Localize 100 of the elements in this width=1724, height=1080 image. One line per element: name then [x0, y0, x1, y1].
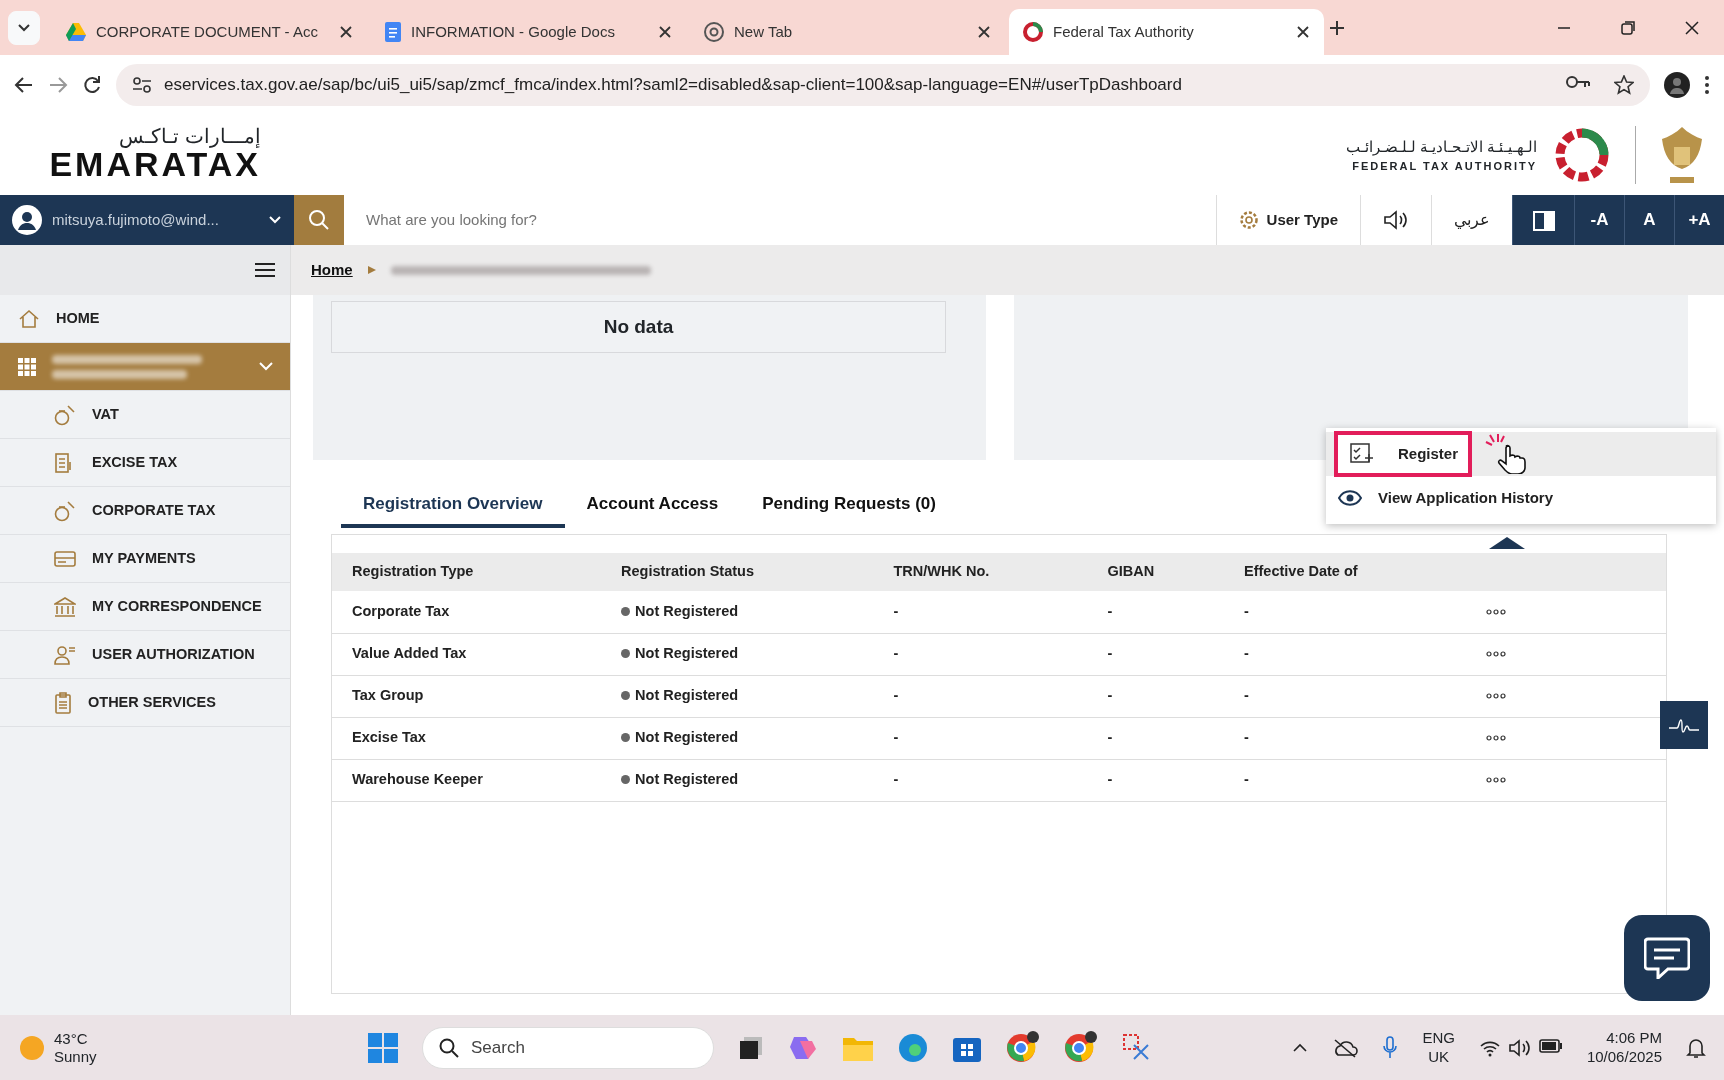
sidebar-item[interactable]	[0, 343, 290, 391]
menu-icon[interactable]	[254, 262, 276, 278]
home-link[interactable]: Home	[311, 258, 353, 282]
browser-tab[interactable]: CORPORATE DOCUMENT - Acc	[52, 9, 367, 55]
status-dot-icon	[621, 733, 631, 743]
table-cell: -	[1244, 645, 1249, 662]
clock-time[interactable]: 4:06 PM	[1606, 1028, 1662, 1048]
battery-icon[interactable]	[1538, 1038, 1563, 1053]
task-view-icon[interactable]	[738, 1034, 764, 1061]
search-icon	[308, 209, 330, 231]
profile-avatar-icon[interactable]	[1664, 72, 1690, 98]
column-header: Registration Type	[352, 563, 474, 580]
table-cell: -	[893, 645, 899, 662]
weather-text: Sunny	[54, 1047, 97, 1066]
browser-tab[interactable]: New Tab	[690, 9, 1005, 55]
tab[interactable]: Account Access	[564, 484, 741, 528]
notification-bell-icon[interactable]	[1686, 1036, 1706, 1059]
clock-date[interactable]: 10/06/2025	[1586, 1047, 1662, 1067]
more-options-icon[interactable]	[1486, 609, 1506, 616]
star-icon[interactable]	[1614, 75, 1634, 95]
cloud-icon[interactable]	[1332, 1037, 1359, 1058]
column-header: Registration Status	[621, 563, 754, 580]
sidebar-item[interactable]: CORPORATE TAX	[0, 487, 290, 535]
sidebar-item[interactable]: OTHER SERVICES	[0, 679, 290, 727]
start-icon[interactable]	[368, 1032, 398, 1063]
status-text: Not Registered	[635, 645, 739, 662]
table-cell: -	[1244, 729, 1249, 746]
restore-icon[interactable]	[1620, 19, 1636, 36]
site-settings-icon[interactable]	[132, 76, 152, 94]
microphone-icon[interactable]	[1382, 1035, 1399, 1060]
authority-arabic-text: الـهـيـئـة الاتـحـاديـة لـلـضـرائـب	[1345, 136, 1537, 158]
reload-icon[interactable]	[82, 75, 102, 95]
tab[interactable]: Pending Requests (0)	[740, 484, 958, 528]
more-icon[interactable]	[1704, 75, 1710, 95]
sidebar-item[interactable]: MY CORRESPONDENCE	[0, 583, 290, 631]
region-text[interactable]: UK	[1428, 1047, 1450, 1067]
search-button[interactable]	[294, 195, 344, 245]
forward-icon[interactable]	[48, 76, 68, 94]
browser-tab[interactable]: Federal Tax Authority	[1009, 9, 1324, 55]
table-cell: Tax Group	[352, 687, 424, 704]
speaker-icon	[1383, 210, 1409, 230]
card-icon	[54, 549, 76, 568]
grid-icon	[18, 357, 36, 376]
status-dot-icon	[621, 775, 631, 785]
close-icon[interactable]	[658, 25, 672, 39]
language-button[interactable]: عربي	[1431, 195, 1512, 245]
volume-icon[interactable]	[1508, 1038, 1531, 1057]
eye-icon	[1338, 490, 1362, 506]
close-icon[interactable]	[339, 25, 353, 39]
new-tab-icon[interactable]	[1328, 18, 1346, 37]
money-bag-icon	[54, 403, 76, 426]
close-icon[interactable]	[1296, 25, 1310, 39]
sidebar-item[interactable]: USER AUTHORIZATION	[0, 631, 290, 679]
more-options-icon[interactable]	[1486, 735, 1506, 742]
search-icon	[439, 1037, 459, 1058]
tab[interactable]: Registration Overview	[341, 484, 565, 528]
chevron-up-icon[interactable]	[1292, 1042, 1309, 1053]
browser-icon[interactable]	[1064, 1030, 1098, 1065]
more-options-icon[interactable]	[1486, 651, 1506, 658]
back-icon[interactable]	[14, 76, 34, 94]
signature-icon	[1668, 717, 1700, 734]
table-cell: -	[1244, 687, 1249, 704]
menu-item[interactable]: Register	[1326, 432, 1716, 476]
more-options-icon[interactable]	[1486, 693, 1506, 700]
more-options-icon[interactable]	[1486, 777, 1506, 784]
user-menu[interactable]: mitsuya.fujimoto@wind...	[0, 195, 294, 245]
status-dot-icon	[621, 606, 631, 616]
language-text[interactable]: ENG	[1422, 1028, 1455, 1048]
sidebar-item[interactable]: VAT	[0, 391, 290, 439]
breadcrumb-arrow-icon	[366, 265, 377, 275]
signature-button[interactable]	[1660, 701, 1708, 749]
chat-button[interactable]	[1624, 915, 1710, 1001]
table-cell: -	[893, 602, 899, 619]
chat-icon	[1644, 937, 1690, 979]
drive-icon	[66, 23, 86, 41]
close-icon[interactable]	[1684, 19, 1700, 36]
status-text: Not Registered	[635, 729, 739, 746]
tab-list-button[interactable]	[8, 10, 40, 45]
chevron-down-icon	[17, 23, 31, 34]
speaker-button[interactable]	[1360, 195, 1431, 245]
status-dot-icon	[621, 649, 631, 659]
clipboard-icon	[54, 691, 72, 714]
sidebar-item[interactable]: EXCISE TAX	[0, 439, 290, 487]
sidebar-item[interactable]: MY PAYMENTS	[0, 535, 290, 583]
status-text: Not Registered	[635, 687, 739, 704]
table-cell: -	[1107, 602, 1113, 619]
key-icon[interactable]	[1566, 75, 1590, 89]
menu-item[interactable]: View Application History	[1326, 476, 1716, 520]
browser-icon[interactable]	[1006, 1030, 1040, 1065]
browser-tab[interactable]: INFORMATION - Google Docs	[371, 9, 686, 55]
user-type-button[interactable]: User Type	[1215, 195, 1360, 245]
close-icon[interactable]	[977, 25, 991, 39]
ring-logo-icon	[1553, 126, 1611, 184]
table-cell: -	[893, 771, 899, 788]
table-cell: -	[893, 687, 899, 704]
temperature-text: 43°C	[54, 1029, 89, 1048]
site-search-field[interactable]: What are you looking for?	[344, 195, 1216, 245]
taskbar-search-field[interactable]: Search	[422, 1026, 714, 1069]
edge-icon[interactable]	[898, 1032, 928, 1063]
bank-icon	[54, 596, 76, 617]
